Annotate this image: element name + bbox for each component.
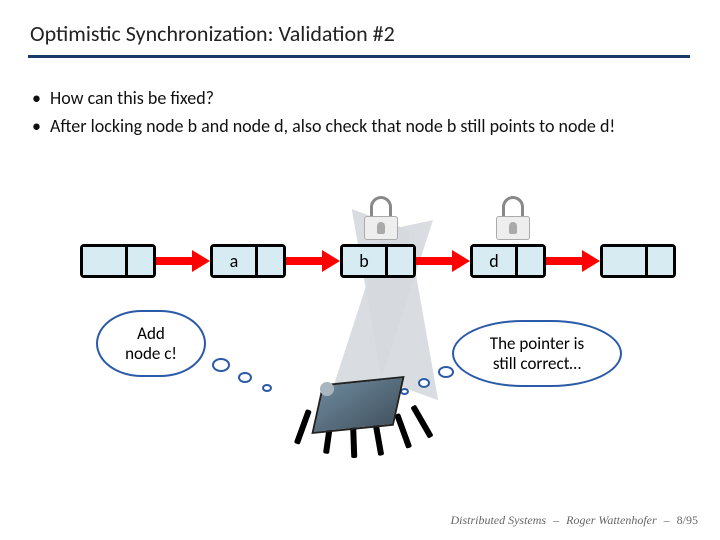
list-node-head [80, 244, 156, 278]
list-node-tail [600, 244, 676, 278]
bullet-item: How can this be fixed? [50, 86, 690, 110]
lock-icon [362, 196, 400, 240]
slide-footer: Distributed Systems – Roger Wattenhofer … [450, 513, 698, 528]
thought-bubble [262, 384, 272, 392]
list-node-b: b [340, 244, 416, 278]
node-label [603, 247, 648, 275]
footer-course: Distributed Systems [450, 513, 546, 527]
pointer-arrow [416, 257, 470, 265]
thought-bubble [212, 358, 230, 372]
bullet-item: After locking node b and node d, also ch… [50, 114, 690, 138]
pointer-arrow [286, 257, 340, 265]
thought-cloud-left: Add node c! [96, 310, 206, 377]
node-label: a [213, 247, 258, 275]
node-label: b [343, 247, 388, 275]
list-node-d: d [470, 244, 546, 278]
chip-bug-icon [300, 370, 420, 460]
slide-title: Optimistic Synchronization: Validation #… [0, 0, 720, 55]
node-label: d [473, 247, 518, 275]
thought-cloud-right: The pointer is still correct… [452, 320, 622, 387]
thought-bubble [438, 366, 454, 378]
lock-icon [494, 196, 532, 240]
bullet-list: How can this be fixed? After locking nod… [0, 58, 720, 139]
pointer-arrow [546, 257, 600, 265]
thought-bubble [238, 372, 252, 383]
pointer-arrow [156, 257, 210, 265]
footer-page: 8/95 [677, 513, 698, 527]
list-node-a: a [210, 244, 286, 278]
node-label [83, 247, 128, 275]
footer-author: Roger Wattenhofer [566, 513, 657, 527]
